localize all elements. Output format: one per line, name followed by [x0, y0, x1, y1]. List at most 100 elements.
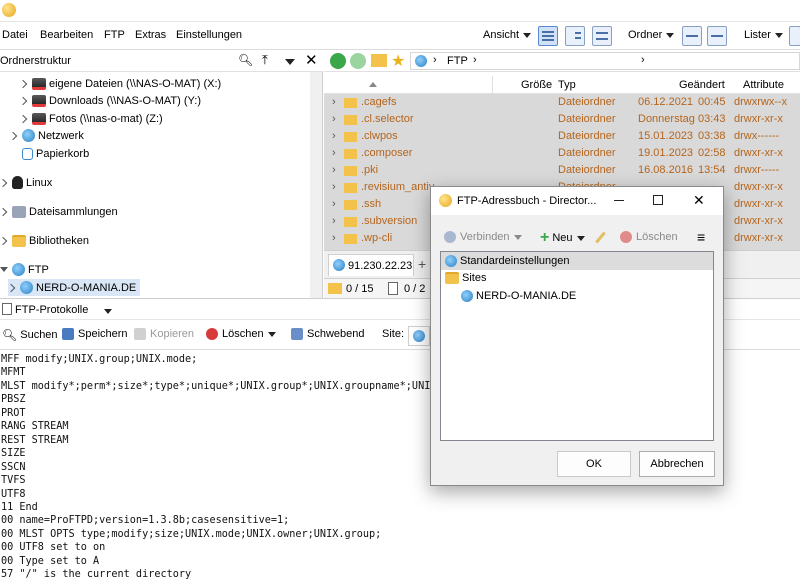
file-name: .composer	[361, 147, 413, 159]
tree-item-label: Fotos (\\nas-o-mat) (Z:)	[49, 112, 163, 125]
chevron-down-icon[interactable]	[285, 59, 295, 65]
float-label: Schwebend	[307, 328, 365, 340]
tree-item-drive-y[interactable]: Downloads (\\NAS-O-MAT) (Y:)	[18, 92, 201, 109]
file-icon	[388, 282, 398, 295]
ansicht-dropdown[interactable]: Ansicht	[483, 29, 532, 41]
log-line: 00 MLST OPTS type;modify;size;UNIX.mode;…	[1, 528, 382, 540]
file-attributes: drwxr-xr-x	[734, 215, 783, 227]
tab-ftp-site[interactable]: 91.230.22.23	[328, 254, 414, 276]
delete-button[interactable]: Löschen	[206, 328, 276, 340]
tree-item-label: Downloads (\\NAS-O-MAT) (Y:)	[49, 94, 201, 107]
site-selector[interactable]	[408, 326, 430, 346]
tree-item-bibliotheken[interactable]: Bibliotheken	[0, 232, 89, 249]
new-button[interactable]: + Neu	[540, 229, 585, 247]
connect-button[interactable]: Verbinden	[444, 231, 522, 243]
chevron-right-icon	[0, 236, 8, 245]
tree-item-drive-x[interactable]: eigene Dateien (\\NAS-O-MAT) (X:)	[18, 75, 221, 92]
details-view-icon[interactable]	[538, 26, 558, 46]
search-button[interactable]: 🔍︎ Suchen	[2, 328, 58, 342]
menu-ftp[interactable]: FTP	[104, 29, 125, 41]
favorites-star-icon[interactable]: ★	[391, 51, 405, 71]
column-changed[interactable]: Geändert	[679, 79, 725, 91]
address-book-tree: Standardeinstellungen Sites NERD-O-MANIA…	[440, 251, 714, 441]
chevron-right-icon	[18, 96, 28, 105]
menu-einstellungen[interactable]: Einstellungen	[176, 29, 242, 41]
breadcrumb-ftp[interactable]: FTP	[447, 55, 468, 67]
tree-item-default-settings[interactable]: Standardeinstellungen	[441, 252, 713, 270]
dialog-delete-button[interactable]: Löschen	[620, 231, 678, 243]
folder-icon	[344, 166, 357, 176]
file-name: .cl.selector	[361, 113, 414, 125]
copy-button[interactable]: Kopieren	[134, 328, 194, 340]
file-time: 03:38	[698, 130, 726, 142]
close-icon[interactable]: ✕	[305, 51, 318, 69]
file-row[interactable]: › .pki Dateiordner 16.08.2016 13:54 drwxr----…	[324, 162, 800, 179]
search-label: Suchen	[20, 329, 58, 341]
menu-extras[interactable]: Extras	[135, 29, 166, 41]
file-row[interactable]: › .cagefs Dateiordner 06.12.2021 00:45 drwxrw…	[324, 94, 800, 111]
file-type: Dateiordner	[558, 147, 616, 159]
tree-item-linux[interactable]: Linux	[0, 174, 52, 191]
file-list-header: Größe Typ Geändert Attribute	[324, 76, 800, 94]
list-view-icon[interactable]	[565, 26, 585, 46]
search-icon[interactable]: 🔍︎	[238, 53, 253, 67]
log-line: UTF8	[1, 488, 26, 500]
address-bar[interactable]: › FTP › ›	[410, 52, 800, 70]
layout-icon[interactable]	[707, 26, 727, 46]
float-button[interactable]: Schwebend	[291, 328, 365, 340]
file-row[interactable]: › .cl.selector Dateiordner Donnerstag 03:43 d…	[324, 111, 800, 128]
file-row[interactable]: › .composer Dateiordner 19.01.2023 02:58 drwx…	[324, 145, 800, 162]
lister-dropdown[interactable]: Lister	[744, 29, 783, 41]
parent-folder-icon[interactable]	[371, 54, 387, 67]
back-icon[interactable]	[330, 53, 346, 69]
log-document-icon	[2, 303, 12, 315]
save-icon	[62, 328, 74, 340]
column-attributes[interactable]: Attribute	[743, 79, 784, 91]
delete-icon	[620, 231, 632, 243]
menu-bearbeiten[interactable]: Bearbeiten	[40, 29, 93, 41]
maximize-icon[interactable]	[653, 195, 663, 205]
folder-icon	[344, 200, 357, 210]
file-date: 15.01.2023	[638, 130, 694, 142]
folder-tree-header: Ordnerstruktur 🔍︎ ⤒ ✕	[0, 50, 323, 72]
chevron-right-icon	[0, 207, 8, 216]
file-type: Dateiordner	[558, 96, 616, 108]
dialog-delete-label: Löschen	[636, 231, 678, 243]
navigation-bar: ★ › FTP › ›	[324, 50, 800, 72]
tree-item-papierkorb[interactable]: Papierkorb	[22, 145, 89, 162]
save-button[interactable]: Speichern	[62, 328, 128, 340]
chevron-down-icon[interactable]	[104, 309, 112, 314]
cancel-button[interactable]: Abbrechen	[639, 451, 715, 477]
dual-pane-icon[interactable]	[682, 26, 702, 46]
tree-item-label: Papierkorb	[36, 147, 90, 160]
menu-icon[interactable]: ≡	[697, 229, 705, 245]
tree-item-ftp[interactable]: FTP	[0, 261, 49, 278]
more-icon[interactable]	[789, 26, 800, 46]
ok-button[interactable]: OK	[557, 451, 631, 477]
file-row[interactable]: › .clwpos Dateiordner 15.01.2023 03:38 drwx--…	[324, 128, 800, 145]
pin-top-icon[interactable]: ⤒	[262, 52, 268, 68]
tree-item-nerd-o-mania[interactable]: NERD-O-MANIA.DE	[461, 290, 576, 302]
column-size[interactable]: Größe	[521, 79, 552, 91]
tree-item-drive-z[interactable]: Fotos (\\nas-o-mat) (Z:)	[18, 110, 163, 127]
breadcrumb-separator: ›	[473, 54, 477, 66]
folder-icon	[344, 149, 357, 159]
rename-pencil-icon[interactable]	[595, 231, 606, 244]
status-folder-count: 0 / 15	[346, 283, 374, 295]
plus-icon: +	[540, 229, 550, 246]
menu-datei[interactable]: Datei	[2, 29, 28, 41]
thumbnail-view-icon[interactable]	[592, 26, 612, 46]
settings-globe-icon	[445, 255, 457, 267]
forward-icon[interactable]	[350, 53, 366, 69]
ordner-dropdown[interactable]: Ordner	[628, 29, 675, 41]
tree-item-nerd-o-mania[interactable]: NERD-O-MANIA.DE	[6, 279, 141, 296]
close-icon[interactable]: ✕	[693, 192, 705, 209]
tree-item-dateisammlungen[interactable]: Dateisammlungen	[0, 203, 118, 220]
ordner-label: Ordner	[628, 29, 663, 41]
tree-item-sites[interactable]: Sites	[445, 272, 486, 284]
new-tab-icon[interactable]: +	[418, 256, 426, 272]
tree-scrollbar[interactable]	[310, 72, 322, 298]
column-type[interactable]: Typ	[558, 79, 576, 91]
minimize-icon[interactable]	[614, 200, 624, 201]
tree-item-netzwerk[interactable]: Netzwerk	[8, 127, 84, 144]
